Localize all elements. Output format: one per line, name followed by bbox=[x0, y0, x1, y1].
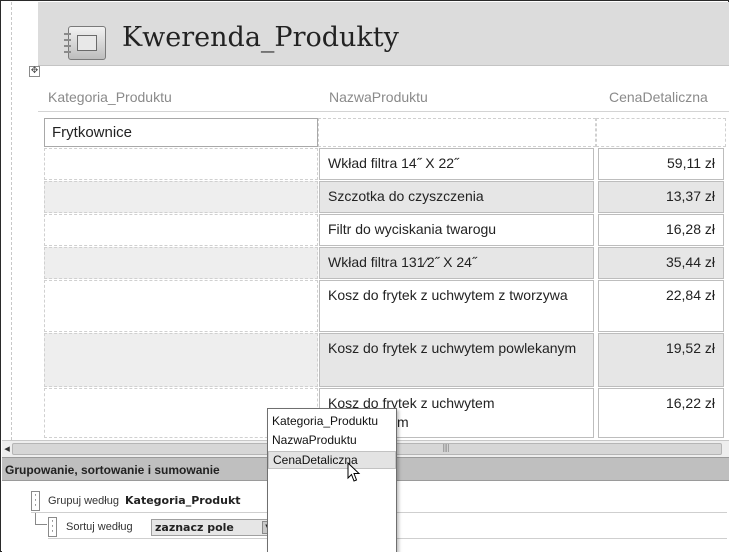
field-option-hovered[interactable]: CenaDetaliczna bbox=[268, 451, 396, 469]
mouse-pointer-icon bbox=[347, 462, 361, 482]
drag-handle-icon[interactable]: · · · bbox=[31, 491, 40, 511]
field-option[interactable]: Kategoria_Produktu bbox=[268, 413, 396, 431]
report-title[interactable]: Kwerenda_Produkty bbox=[122, 22, 399, 53]
sort-field-value: zaznacz pole bbox=[155, 521, 234, 534]
empty-field-placeholder bbox=[596, 118, 726, 147]
product-name-cell[interactable]: Filtr do wyciskania twarogu bbox=[319, 214, 594, 246]
scroll-grip-icon: |||| bbox=[442, 443, 450, 452]
field-option[interactable]: NazwaProduktu bbox=[268, 432, 396, 450]
tree-connector bbox=[35, 513, 47, 525]
price-cell[interactable]: 19,52 zł bbox=[598, 333, 724, 387]
report-icon bbox=[64, 26, 106, 60]
column-header-cena[interactable]: CenaDetaliczna bbox=[609, 89, 708, 105]
empty-category-cell bbox=[44, 214, 318, 246]
group-by-field[interactable]: Kategoria_Produkt bbox=[125, 494, 241, 507]
price-cell[interactable]: 16,22 zł bbox=[598, 388, 724, 438]
product-name-cell[interactable]: Kosz do frytek z uchwytem powlekanym bbox=[319, 333, 594, 387]
price-cell[interactable]: 59,11 zł bbox=[598, 148, 724, 180]
product-name-cell[interactable]: Wkład filtra 131⁄2˝ X 24˝ bbox=[319, 247, 594, 279]
grouping-pane-title: Grupowanie, sortowanie i sumowanie bbox=[5, 463, 220, 477]
column-header-kategoria[interactable]: Kategoria_Produktu bbox=[48, 89, 172, 105]
price-cell[interactable]: 13,37 zł bbox=[598, 181, 724, 213]
empty-category-cell bbox=[44, 333, 318, 387]
report-design-window: Kwerenda_Produkty ✥ Kategoria_Produktu N… bbox=[0, 0, 729, 552]
product-name-cell[interactable]: Kosz do frytek z uchwytem z tworzywa bbox=[319, 280, 594, 332]
price-cell[interactable]: 35,44 zł bbox=[598, 247, 724, 279]
sort-by-label: Sortuj według bbox=[66, 521, 133, 533]
group-by-label: Grupuj według bbox=[48, 495, 119, 507]
column-header-nazwa[interactable]: NazwaProduktu bbox=[329, 89, 428, 105]
price-cell[interactable]: 22,84 zł bbox=[598, 280, 724, 332]
drag-handle-icon[interactable]: · · · bbox=[48, 517, 57, 537]
header-separator bbox=[38, 111, 729, 112]
empty-field-placeholder bbox=[318, 118, 596, 147]
report-canvas: Kwerenda_Produkty ✥ Kategoria_Produktu N… bbox=[2, 2, 729, 440]
report-header-band: Kwerenda_Produkty bbox=[38, 2, 729, 66]
empty-category-cell bbox=[44, 280, 318, 332]
sort-field-select[interactable]: zaznacz pole ▼ bbox=[151, 519, 276, 536]
product-name-cell[interactable]: Szczotka do czyszczenia bbox=[319, 181, 594, 213]
move-handle-icon[interactable]: ✥ bbox=[29, 66, 40, 77]
product-name-cell[interactable]: Wkład filtra 14˝ X 22˝ bbox=[319, 148, 594, 180]
empty-category-cell bbox=[44, 148, 318, 180]
field-dropdown-list[interactable]: Kategoria_Produktu NazwaProduktu CenaDet… bbox=[267, 408, 397, 552]
empty-category-cell bbox=[44, 247, 318, 279]
price-cell[interactable]: 16,28 zł bbox=[598, 214, 724, 246]
empty-category-cell bbox=[44, 181, 318, 213]
group-value-field[interactable]: Frytkownice bbox=[44, 118, 318, 147]
left-guide-line bbox=[11, 2, 12, 440]
scroll-left-arrow-icon[interactable]: ◂ bbox=[2, 441, 12, 457]
